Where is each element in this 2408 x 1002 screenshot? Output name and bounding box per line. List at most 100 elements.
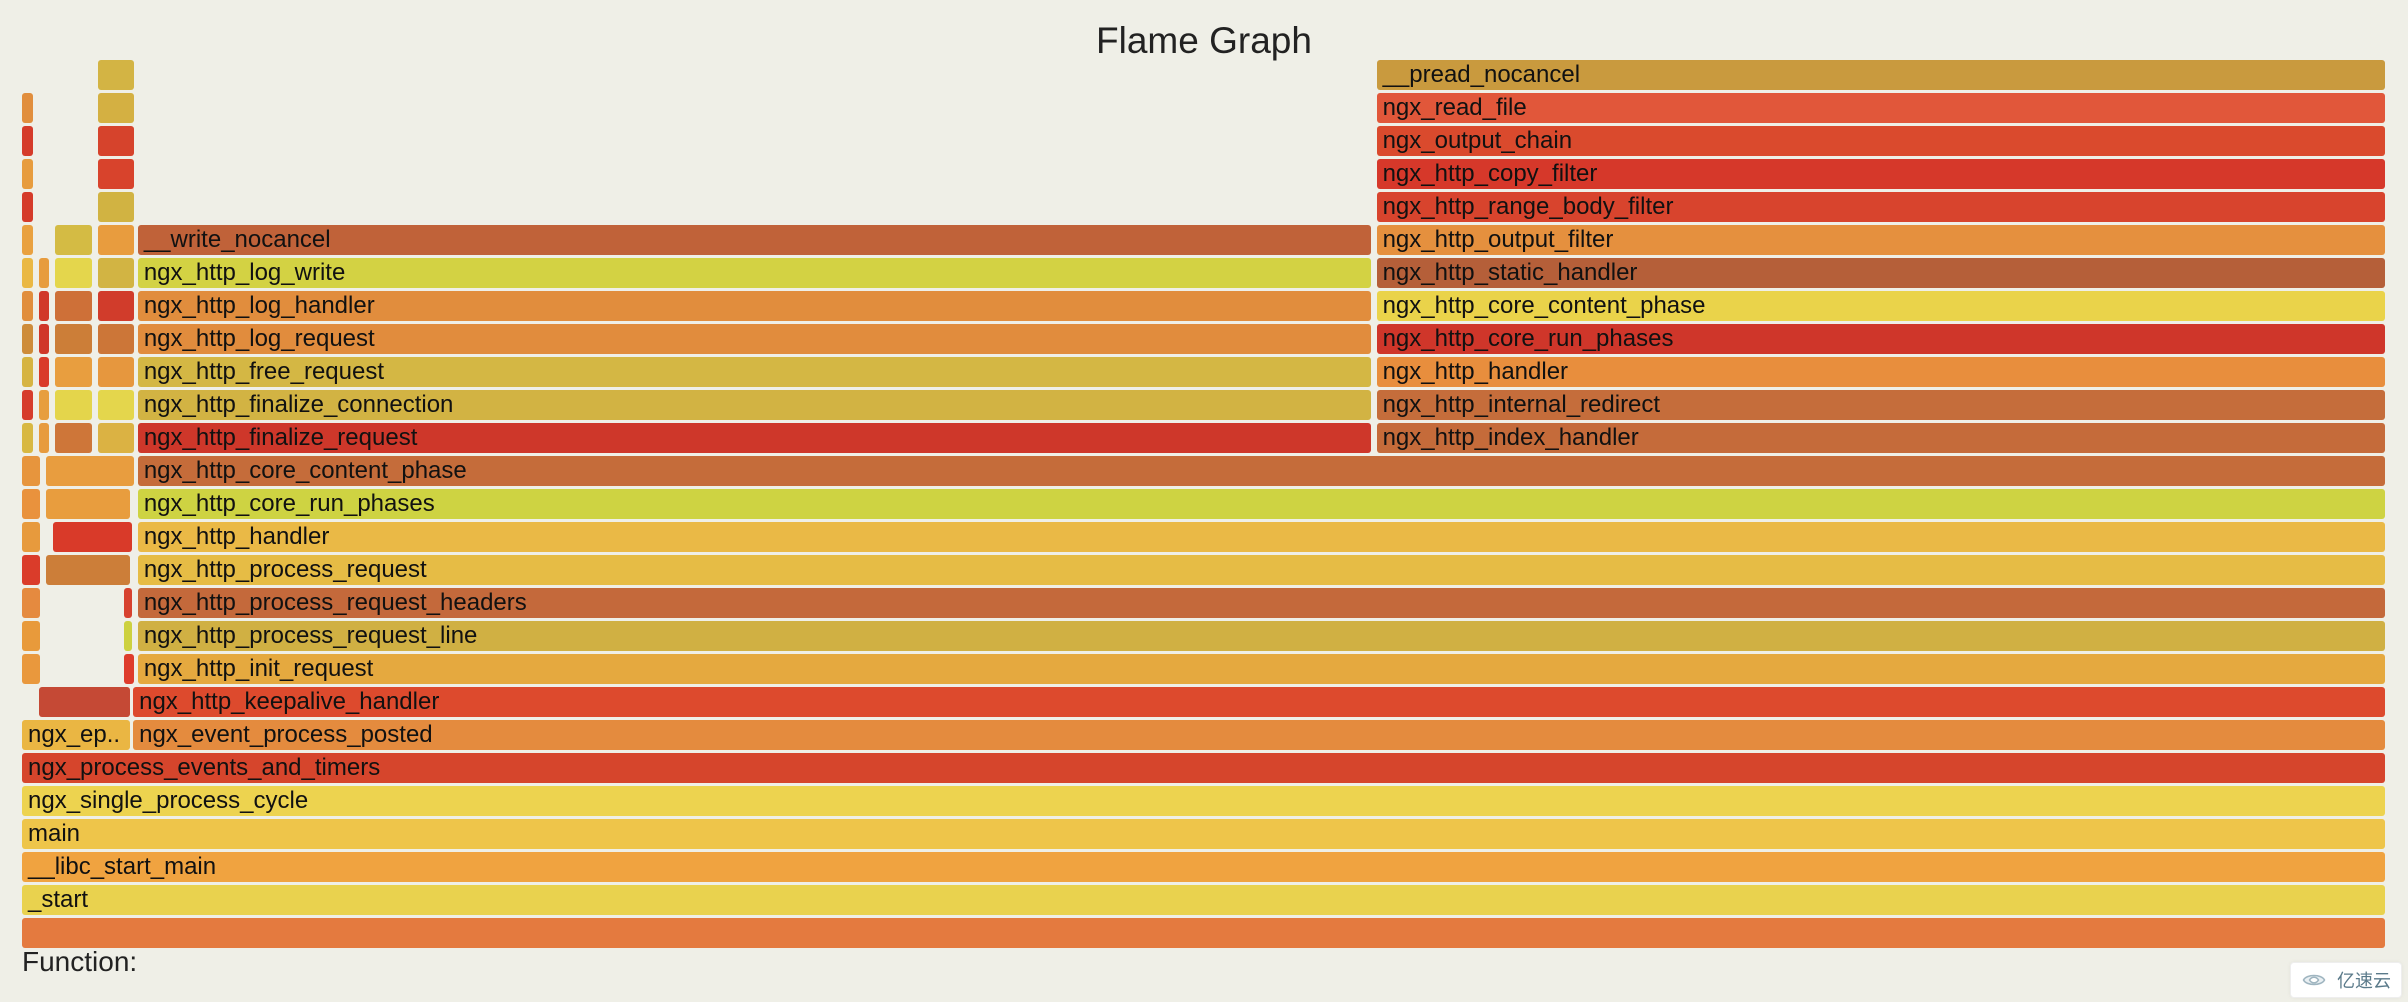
frame-unnamed[interactable] — [98, 60, 135, 90]
frame-unnamed[interactable] — [98, 93, 135, 123]
frame-label: ngx_http_process_request_headers — [144, 589, 527, 616]
frame-ngx-event-process-posted[interactable]: ngx_event_process_posted — [133, 720, 2385, 750]
frame-unnamed[interactable] — [55, 390, 92, 420]
frame-ngx-http-free-request[interactable]: ngx_http_free_request — [138, 357, 1371, 387]
frame-ngx-http-core-content-phase[interactable]: ngx_http_core_content_phase — [138, 456, 2385, 486]
frame-unnamed[interactable] — [22, 258, 33, 288]
frame-unnamed[interactable] — [22, 126, 33, 156]
frame-ngx-http-process-request[interactable]: ngx_http_process_request — [138, 555, 2385, 585]
frame-label: ngx_http_process_request_line — [144, 622, 478, 649]
frame-ngx-http-range-body-filter[interactable]: ngx_http_range_body_filter — [1377, 192, 2385, 222]
frame-unnamed[interactable] — [98, 159, 135, 189]
frame-unnamed[interactable] — [39, 258, 50, 288]
frame-unnamed[interactable] — [22, 621, 40, 651]
frame-unnamed[interactable] — [98, 225, 135, 255]
frame-unnamed[interactable] — [124, 621, 132, 651]
watermark-yisu: 亿速云 — [2290, 962, 2402, 998]
frame-unnamed[interactable] — [22, 423, 33, 453]
frame-ngx-http-internal-redirect[interactable]: ngx_http_internal_redirect — [1377, 390, 2385, 420]
frame-unnamed[interactable] — [22, 93, 33, 123]
frame-label: ngx_ep.. — [28, 721, 120, 748]
frame-unnamed[interactable] — [39, 423, 50, 453]
frame-unnamed[interactable] — [39, 324, 50, 354]
frame-ngx-http-handler[interactable]: ngx_http_handler — [1377, 357, 2385, 387]
frame-unnamed[interactable] — [55, 423, 92, 453]
frame-ngx-single-process-cycle[interactable]: ngx_single_process_cycle — [22, 786, 2385, 816]
frame-ngx-http-keepalive-handler[interactable]: ngx_http_keepalive_handler — [133, 687, 2385, 717]
frame-label: ngx_http_static_handler — [1383, 259, 1638, 286]
frame-unnamed[interactable] — [98, 324, 135, 354]
frame-unnamed[interactable] — [55, 258, 92, 288]
frame-unnamed[interactable] — [39, 291, 50, 321]
frame-unnamed[interactable] — [98, 126, 135, 156]
frame-unnamed[interactable] — [22, 159, 33, 189]
frame-ngx-http-core-run-phases[interactable]: ngx_http_core_run_phases — [1377, 324, 2385, 354]
frame-ngx-http-init-request[interactable]: ngx_http_init_request — [138, 654, 2385, 684]
frame-unnamed[interactable] — [22, 489, 40, 519]
frame-unnamed[interactable] — [55, 357, 92, 387]
frame-ngx-http-process-request-headers[interactable]: ngx_http_process_request_headers — [138, 588, 2385, 618]
frame-ngx-http-process-request-line[interactable]: ngx_http_process_request_line — [138, 621, 2385, 651]
frame-ngx-output-chain[interactable]: ngx_output_chain — [1377, 126, 2385, 156]
frame-ngx-read-file[interactable]: ngx_read_file — [1377, 93, 2385, 123]
frame-unnamed[interactable] — [22, 390, 33, 420]
frame-ngx-http-log-request[interactable]: ngx_http_log_request — [138, 324, 1371, 354]
frame-ngx-http-handler[interactable]: ngx_http_handler — [138, 522, 2385, 552]
chart-title: Flame Graph — [0, 20, 2408, 62]
frame-unnamed[interactable] — [22, 522, 40, 552]
frame-ngx-http-static-handler[interactable]: ngx_http_static_handler — [1377, 258, 2385, 288]
frame-ngx-http-finalize-request[interactable]: ngx_http_finalize_request — [138, 423, 1371, 453]
frame-unnamed[interactable] — [46, 456, 135, 486]
frame-label: ngx_http_process_request — [144, 556, 427, 583]
frame-label: __libc_start_main — [28, 853, 216, 880]
frame-unnamed[interactable] — [46, 555, 130, 585]
frame--start[interactable]: _start — [22, 885, 2385, 915]
frame-unnamed[interactable] — [55, 291, 92, 321]
frame-unnamed[interactable] — [22, 357, 33, 387]
frame-unnamed[interactable] — [39, 687, 130, 717]
frame-unnamed[interactable] — [98, 258, 135, 288]
frame-unnamed[interactable] — [22, 555, 40, 585]
frame-unnamed[interactable] — [22, 225, 33, 255]
frame-unnamed[interactable] — [98, 357, 135, 387]
frame-unnamed[interactable] — [98, 192, 135, 222]
frame-ngx-http-output-filter[interactable]: ngx_http_output_filter — [1377, 225, 2385, 255]
frame-main[interactable]: main — [22, 819, 2385, 849]
frame-ngx-ep-[interactable]: ngx_ep.. — [22, 720, 130, 750]
frame-unnamed[interactable] — [98, 291, 135, 321]
frame-unnamed[interactable] — [46, 489, 130, 519]
frame-unnamed[interactable] — [39, 357, 50, 387]
frame-unnamed[interactable] — [22, 588, 40, 618]
frame-unnamed[interactable] — [53, 522, 132, 552]
frame-unnamed[interactable] — [22, 654, 40, 684]
frame-ngx-http-core-content-phase[interactable]: ngx_http_core_content_phase — [1377, 291, 2385, 321]
frame-unnamed[interactable] — [98, 390, 135, 420]
frame--libc-start-main[interactable]: __libc_start_main — [22, 852, 2385, 882]
frame-label: ngx_http_core_run_phases — [144, 490, 435, 517]
frame-label: ngx_http_init_request — [144, 655, 374, 682]
frame-label: ngx_http_index_handler — [1383, 424, 1639, 451]
frame-unnamed[interactable] — [22, 291, 33, 321]
frame-label: ngx_http_log_handler — [144, 292, 375, 319]
frame-ngx-http-log-write[interactable]: ngx_http_log_write — [138, 258, 1371, 288]
frame-ngx-http-finalize-connection[interactable]: ngx_http_finalize_connection — [138, 390, 1371, 420]
frame-unnamed[interactable] — [55, 324, 92, 354]
frame--write-nocancel[interactable]: __write_nocancel — [138, 225, 1371, 255]
frame-unnamed[interactable] — [22, 324, 33, 354]
frame-unnamed[interactable] — [124, 588, 132, 618]
frame-ngx-http-log-handler[interactable]: ngx_http_log_handler — [138, 291, 1371, 321]
frame-unnamed[interactable] — [55, 225, 92, 255]
frame-ngx-process-events-and-timers[interactable]: ngx_process_events_and_timers — [22, 753, 2385, 783]
frame-unnamed[interactable] — [22, 192, 33, 222]
frame-label: __pread_nocancel — [1383, 61, 1581, 88]
frame-ngx-http-index-handler[interactable]: ngx_http_index_handler — [1377, 423, 2385, 453]
frame--pread-nocancel[interactable]: __pread_nocancel — [1377, 60, 2385, 90]
frame-unnamed[interactable] — [39, 390, 50, 420]
frame-ngx-http-core-run-phases[interactable]: ngx_http_core_run_phases — [138, 489, 2385, 519]
frame-unnamed[interactable] — [22, 918, 2385, 948]
frame-unnamed[interactable] — [22, 456, 40, 486]
frame-label: ngx_http_log_request — [144, 325, 375, 352]
frame-ngx-http-copy-filter[interactable]: ngx_http_copy_filter — [1377, 159, 2385, 189]
frame-unnamed[interactable] — [124, 654, 135, 684]
frame-unnamed[interactable] — [98, 423, 135, 453]
